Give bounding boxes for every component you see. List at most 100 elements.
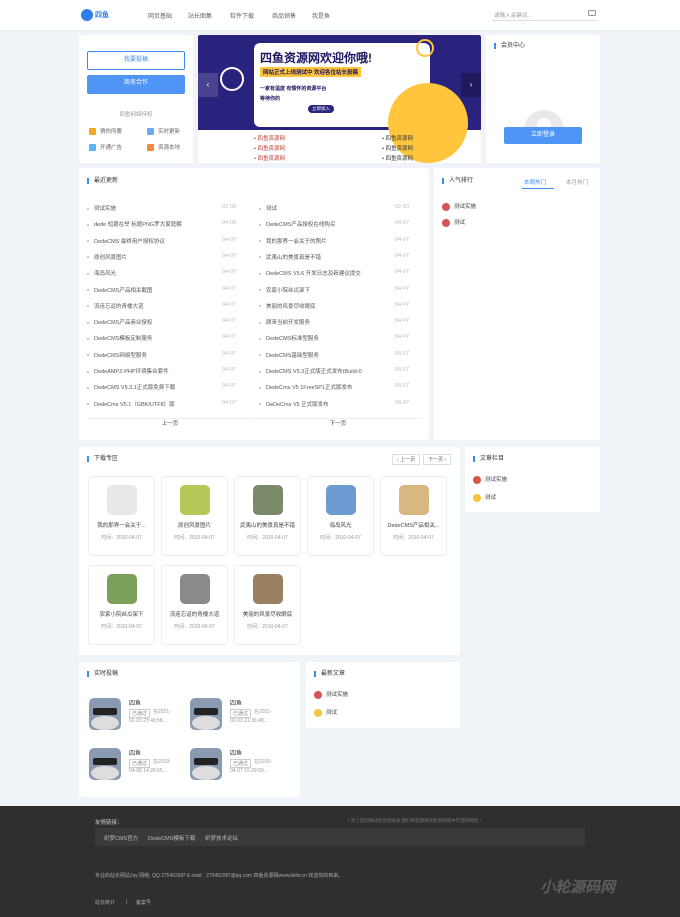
latest-item[interactable]: DedeCMS产品授权在线购买	[259, 220, 335, 228]
contributor-avatar[interactable]	[89, 698, 121, 730]
download-thumbnail[interactable]	[180, 574, 210, 604]
banner-slide[interactable]: 四鱼资源网欢迎你哦! 网站正式上线测试中 欢迎各位站长投稿 一家有温度 有情怀的…	[198, 35, 481, 163]
download-item-title[interactable]: 原创风景图片	[162, 521, 227, 529]
latest-item[interactable]: DedeCMS V5.6 开发日志及新建议提交	[259, 269, 361, 277]
nav-item-0[interactable]: 网页基础	[148, 11, 172, 20]
download-item[interactable]: 美丽的风景尽收眼底 时间：2010-04-07	[234, 565, 301, 645]
site-logo[interactable]: 四鱼	[81, 8, 117, 22]
next-page-button[interactable]: 下一页	[255, 418, 421, 428]
friend-link[interactable]: DedeCMS模板下载	[148, 834, 195, 842]
keyboard-icon[interactable]	[588, 10, 596, 16]
latest-item[interactable]: DedeCMS模板定制服务	[87, 334, 152, 342]
latest-item[interactable]: 流连忘返的青楼大道	[87, 302, 144, 310]
download-item-title[interactable]: 农家小院丝瓜架下	[89, 610, 154, 618]
download-item[interactable]: 农家小院丝瓜架下 时间：2010-04-07	[88, 565, 155, 645]
latest-item[interactable]: 农家小院丝瓜架下	[259, 286, 310, 294]
nav-item-4[interactable]: 我是鱼	[312, 11, 330, 20]
banner-prev-arrow[interactable]: ‹	[198, 73, 218, 97]
latest-item[interactable]: DedeCMS 最终用户授权协议	[87, 237, 165, 245]
friend-link[interactable]: 织梦CMS官方	[104, 834, 138, 842]
latest-item[interactable]: DedeCMS标准型服务	[259, 334, 319, 342]
download-thumbnail[interactable]	[326, 485, 356, 515]
cooperate-button[interactable]: 商务合作	[87, 75, 185, 94]
latest-item[interactable]: 测试实施	[87, 204, 116, 212]
nav-item-2[interactable]: 软件下载	[230, 11, 254, 20]
download-item[interactable]: 流连忘返的青楼大道 时间：2010-04-07	[161, 565, 228, 645]
banner-dot[interactable]	[337, 122, 342, 125]
newest-item[interactable]: 测试实施	[314, 690, 348, 699]
latest-item[interactable]: 武夷山的美景真是不错	[259, 253, 321, 261]
contributor-name[interactable]: 四鱼	[129, 748, 141, 757]
download-item[interactable]: 我的那界一会关于... 时间：2010-04-07	[88, 476, 155, 556]
tab-weekly[interactable]: 本周热门	[524, 178, 546, 186]
banner-link[interactable]: • 四鱼资源网	[382, 154, 413, 163]
latest-item[interactable]: dede 短篇在举 标题PNG罗大家庭解	[87, 220, 182, 228]
contributor-name[interactable]: 四鱼	[129, 698, 141, 707]
download-next-button[interactable]: 下一页 ›	[423, 454, 452, 465]
article-col-item[interactable]: 测试实施	[473, 475, 507, 484]
icp-link[interactable]: 备案号	[136, 899, 151, 906]
download-thumbnail[interactable]	[399, 485, 429, 515]
download-item-title[interactable]: 海岛风光	[308, 521, 373, 529]
banner-next-arrow[interactable]: ›	[461, 73, 481, 97]
latest-item[interactable]: DedeCMS网络型服务	[87, 351, 147, 359]
nav-item-3[interactable]: 商品销售	[272, 11, 296, 20]
download-item-title[interactable]: 美丽的风景尽收眼底	[235, 610, 300, 618]
download-item-title[interactable]: DedeCMS产品相关...	[381, 521, 446, 529]
nav-item-1[interactable]: 站长图集	[188, 11, 212, 20]
latest-item[interactable]: DedeCMS产品商业授权	[87, 318, 152, 326]
latest-item[interactable]: 美丽的风景尽收眼底	[259, 302, 316, 310]
latest-item[interactable]: DedeCms V5.1（GBK/UTF8）版	[87, 400, 175, 408]
tab-monthly[interactable]: 本月热门	[566, 178, 588, 186]
download-thumbnail[interactable]	[107, 574, 137, 604]
bullet-icon	[87, 321, 89, 324]
contribute-button[interactable]: 我要投稿	[87, 51, 185, 70]
rank-item-1[interactable]: 测试实施	[442, 202, 476, 211]
download-item[interactable]: 武夷山的美景真是不错 时间：2010-04-07	[234, 476, 301, 556]
latest-item[interactable]: DedeCms V5 1FreeSP1正式版发布	[259, 383, 353, 391]
banner-link[interactable]: • 四鱼资源网	[254, 144, 285, 154]
download-thumbnail[interactable]	[253, 574, 283, 604]
latest-item[interactable]: 原创风景图片	[87, 253, 127, 261]
banner-link[interactable]: • 四鱼资源网	[254, 154, 285, 163]
stats-link[interactable]: 站长统计	[95, 899, 115, 906]
latest-item[interactable]: DeDeCms V5 正式版发布	[259, 400, 329, 408]
contributor-avatar[interactable]	[89, 748, 121, 780]
latest-item[interactable]: DedeCMS基础型服务	[259, 351, 319, 359]
banner-link[interactable]: • 四鱼资源网	[254, 134, 285, 144]
download-item[interactable]: 海岛风光 时间：2010-04-07	[307, 476, 374, 556]
banner-join-button[interactable]: 立即加入	[308, 105, 334, 113]
prev-page-button[interactable]: 上一页	[87, 418, 253, 428]
download-item-title[interactable]: 流连忘返的青楼大道	[162, 610, 227, 618]
latest-item[interactable]: DedeCMS V5.3正式版正式发布(Build-0	[259, 367, 362, 375]
bullet-icon	[259, 386, 261, 389]
download-thumbnail[interactable]	[180, 485, 210, 515]
latest-item[interactable]: DedeCMS产品相关截图	[87, 286, 152, 294]
banner-link[interactable]: • 四鱼资源网	[382, 134, 413, 144]
friend-link[interactable]: 织梦技术论坛	[205, 834, 238, 842]
latest-item[interactable]: 测试	[259, 204, 277, 212]
rank-item-2[interactable]: 测试	[442, 218, 465, 227]
newest-item[interactable]: 测试	[314, 708, 337, 717]
download-prev-button[interactable]: ‹ 上一页	[392, 454, 421, 465]
login-button[interactable]: 立即登录	[504, 127, 582, 144]
contributor-name[interactable]: 四鱼	[230, 698, 242, 707]
download-thumbnail[interactable]	[253, 485, 283, 515]
download-thumbnail[interactable]	[107, 485, 137, 515]
download-item[interactable]: 原创风景图片 时间：2010-04-07	[161, 476, 228, 556]
contributor-avatar[interactable]	[190, 748, 222, 780]
latest-item[interactable]: 海岛风光	[87, 269, 116, 277]
banner-link[interactable]: • 四鱼资源网	[382, 144, 413, 154]
contributor-name[interactable]: 四鱼	[230, 748, 242, 757]
search-input[interactable]: 请输入关键词...	[492, 9, 598, 21]
download-item-title[interactable]: 武夷山的美景真是不错	[235, 521, 300, 529]
latest-item[interactable]: DedeAMPZ-PHP环境集合套件	[87, 367, 169, 375]
latest-item[interactable]: 顾来当前开发服务	[259, 318, 310, 326]
download-item-title[interactable]: 我的那界一会关于...	[89, 521, 154, 529]
article-col-item[interactable]: 测试	[473, 493, 496, 502]
contributor-avatar[interactable]	[190, 698, 222, 730]
latest-item[interactable]: 我的那界一会关于的照片	[259, 237, 327, 245]
download-item[interactable]: DedeCMS产品相关... 时间：2010-04-07	[380, 476, 447, 556]
latest-date: 04-07	[395, 301, 410, 308]
latest-item[interactable]: DedeCMS V5.3.1正式版免费下载	[87, 383, 175, 391]
